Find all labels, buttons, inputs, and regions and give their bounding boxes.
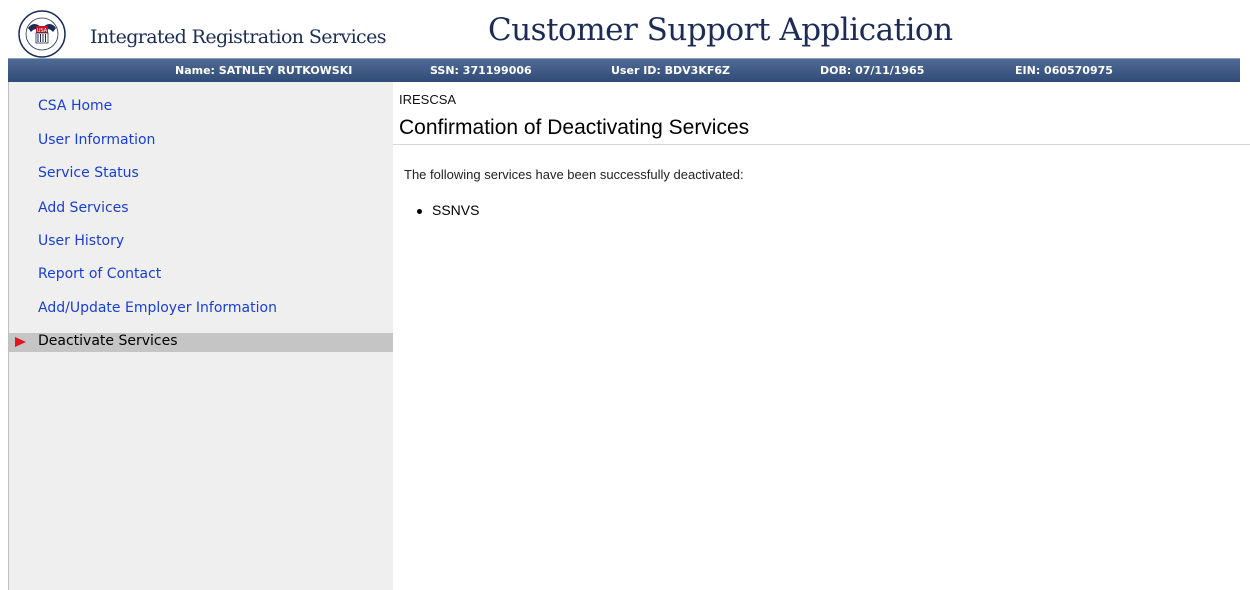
sidebar-item-label: Add Services [38, 200, 129, 216]
sidebar-item-label: Deactivate Services [38, 333, 178, 349]
sidebar-item-report-of-contact[interactable]: Report of Contact [9, 266, 393, 285]
sidebar-nav: CSA Home User Information Service Status… [8, 82, 394, 590]
app-title: Customer Support Application [488, 12, 953, 48]
org-name: Integrated Registration Services [90, 26, 386, 48]
sidebar-item-add-update-employer[interactable]: Add/Update Employer Information [9, 300, 393, 319]
user-name: Name: SATNLEY RUTKOWSKI [175, 64, 353, 77]
confirmation-message: The following services have been success… [404, 167, 744, 182]
sidebar-item-label: CSA Home [38, 98, 113, 114]
user-info-bar: Name: SATNLEY RUTKOWSKI SSN: 371199006 U… [8, 58, 1240, 83]
user-ein: EIN: 060570975 [1015, 64, 1113, 77]
sidebar-item-label: Report of Contact [38, 266, 162, 282]
page-id: IRESCSA [399, 92, 457, 107]
main-content: IRESCSA Confirmation of Deactivating Ser… [393, 82, 1250, 590]
sidebar-item-label: User History [38, 233, 125, 249]
red-arrow-icon [15, 337, 26, 347]
sidebar-item-label: Service Status [38, 165, 139, 181]
user-ssn: SSN: 371199006 [430, 64, 532, 77]
title-divider [393, 144, 1250, 145]
sidebar-item-user-information[interactable]: User Information [9, 132, 393, 151]
sidebar-item-deactivate-services[interactable]: Deactivate Services [9, 333, 393, 352]
ssa-seal-icon: USA [18, 10, 66, 58]
sidebar-item-csa-home[interactable]: CSA Home [9, 98, 393, 117]
user-dob: DOB: 07/11/1965 [820, 64, 925, 77]
app-header: USA Integrated Registration Services Cus… [0, 0, 1250, 58]
sidebar-item-label: Add/Update Employer Information [38, 300, 277, 316]
deactivated-services-list: SSNVS [417, 202, 479, 218]
sidebar-item-service-status[interactable]: Service Status [9, 165, 393, 184]
sidebar-item-add-services[interactable]: Add Services [9, 200, 393, 219]
sidebar-item-label: User Information [38, 132, 156, 148]
sidebar-item-user-history[interactable]: User History [9, 233, 393, 252]
page-title: Confirmation of Deactivating Services [399, 116, 750, 139]
user-id: User ID: BDV3KF6Z [611, 64, 730, 77]
list-item: SSNVS [417, 202, 479, 218]
